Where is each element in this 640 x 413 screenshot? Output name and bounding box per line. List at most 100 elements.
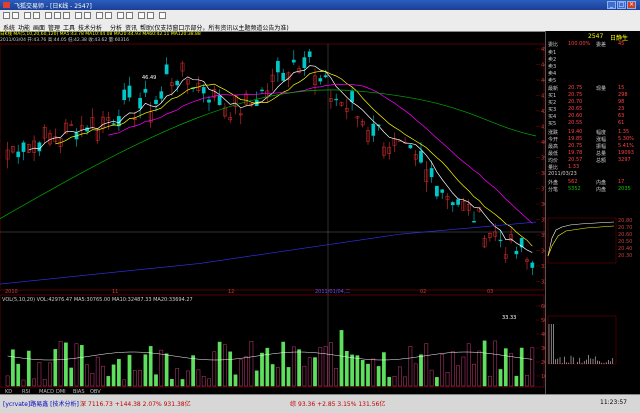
zoom-in-icon[interactable] bbox=[24, 12, 31, 19]
quote-row: 卖2 bbox=[548, 56, 638, 63]
quote-row: 分笔 5352 内盘 2035 bbox=[548, 186, 638, 193]
quote-row: 委比 100.00% 委差 45 bbox=[548, 41, 638, 48]
volume-bar bbox=[392, 375, 397, 387]
quote-value: 19.40 bbox=[568, 129, 583, 135]
volume-bar bbox=[217, 341, 222, 387]
table-icon[interactable] bbox=[63, 12, 70, 19]
minimize-button[interactable]: _ bbox=[607, 1, 616, 9]
quote-value-2: 1.35 bbox=[618, 129, 630, 135]
volume-bar bbox=[238, 359, 243, 387]
quote-label: 分笔 bbox=[548, 187, 559, 193]
quote-label: 买5 bbox=[548, 121, 557, 127]
candle-body bbox=[323, 75, 328, 78]
volume-bar bbox=[323, 346, 328, 387]
volume-bar bbox=[355, 355, 360, 387]
select-icon[interactable] bbox=[147, 12, 154, 19]
quote-row: 买4 20.60 63 bbox=[548, 113, 638, 120]
volume-bar bbox=[445, 371, 450, 387]
back-icon[interactable] bbox=[3, 12, 10, 19]
grid-icon[interactable] bbox=[54, 12, 61, 19]
print-icon[interactable] bbox=[84, 12, 91, 19]
quote-row: 最高 20.75 振幅 5.41% bbox=[548, 143, 638, 150]
volume-chart: VOL(5,10,20) VOL:42976.47 MA5:30765.00 M… bbox=[2, 297, 545, 387]
kline-chart[interactable]: 46.4933.3335.62 45.8544.9544.0543.1542.2… bbox=[0, 31, 545, 394]
quote-value: 19.85 bbox=[568, 136, 583, 142]
volume-bar bbox=[132, 370, 137, 387]
quote-value-2: 45 bbox=[618, 41, 625, 47]
draw-icon[interactable] bbox=[105, 12, 112, 19]
maximize-button[interactable]: □ bbox=[617, 1, 626, 9]
stock-code: 2547 bbox=[588, 33, 604, 40]
quote-row: 2011/03/23 bbox=[548, 171, 638, 178]
window-title: 飞狐交易师 - [日K线 - 2547] bbox=[14, 3, 92, 10]
volume-bar bbox=[260, 352, 264, 387]
volume-bar bbox=[482, 340, 487, 387]
volume-bar bbox=[419, 354, 423, 387]
quote-value: 1.33 bbox=[568, 164, 580, 170]
f10-icon[interactable] bbox=[126, 12, 133, 19]
volume-bar bbox=[16, 363, 21, 387]
candle-body bbox=[498, 239, 503, 242]
volume-bar bbox=[477, 350, 482, 387]
candle-body bbox=[21, 142, 26, 152]
quote-row: 买1 20.75 298 bbox=[548, 92, 638, 99]
volume-bar bbox=[79, 345, 84, 387]
x-axis-label: 2010 bbox=[5, 289, 18, 295]
intraday-mini-chart[interactable]: 20.8020.7020.6020.5020.4020.30 bbox=[546, 216, 640, 396]
quote-label: 买1 bbox=[548, 93, 557, 99]
volume-bar bbox=[48, 362, 52, 387]
help-icon[interactable] bbox=[159, 12, 166, 19]
zoom-out-icon[interactable] bbox=[33, 12, 40, 19]
quote-value-2: 19093 bbox=[618, 150, 634, 156]
quote-value: 562 bbox=[568, 179, 578, 185]
quote-label: 卖5 bbox=[548, 78, 557, 84]
quote-value: 19.78 bbox=[568, 150, 583, 156]
volume-bar bbox=[397, 366, 402, 387]
refresh-icon[interactable] bbox=[75, 12, 82, 19]
candle-body bbox=[201, 87, 206, 94]
close-button[interactable]: × bbox=[627, 1, 636, 9]
mini-price-label: 20.40 bbox=[618, 246, 632, 252]
mini-price-label: 20.60 bbox=[618, 232, 632, 238]
candle-body bbox=[334, 98, 339, 101]
volume-bar bbox=[37, 362, 42, 387]
volume-bar bbox=[148, 346, 153, 387]
indicator-icon[interactable] bbox=[96, 12, 103, 19]
candle-body bbox=[138, 97, 142, 109]
quote-label: 最低 bbox=[548, 151, 559, 157]
volume-bar bbox=[138, 370, 142, 387]
candle-body bbox=[159, 91, 164, 99]
chart-icon[interactable] bbox=[45, 12, 52, 19]
quote-label: 涨跌 bbox=[548, 130, 559, 136]
volume-bar bbox=[514, 375, 519, 387]
volume-bar bbox=[525, 374, 529, 387]
quote-label: 2011/03/23 bbox=[548, 171, 577, 177]
candle-body bbox=[16, 151, 21, 158]
volume-bar bbox=[530, 347, 535, 387]
quote-label: 均价 bbox=[548, 158, 559, 164]
volume-bar bbox=[297, 349, 301, 387]
quote-label-2: 内盘 bbox=[596, 180, 607, 186]
status-bar: [ycrvate]路易鑫 [技术分析] 深 7116.73 +144.38 2.… bbox=[0, 394, 640, 413]
news-icon[interactable] bbox=[117, 12, 124, 19]
candle-body bbox=[440, 189, 445, 193]
status-time: 11:23:57 bbox=[600, 399, 627, 406]
volume-bar bbox=[90, 372, 95, 387]
candle-body bbox=[164, 64, 169, 75]
volume-bar bbox=[21, 379, 26, 387]
quote-label: 最高 bbox=[548, 144, 559, 150]
forward-icon[interactable] bbox=[12, 12, 19, 19]
quote-value-2: 3297 bbox=[618, 157, 631, 163]
alert-icon[interactable] bbox=[138, 12, 145, 19]
index1-name: 深 bbox=[80, 401, 87, 408]
mini-price-line bbox=[547, 221, 615, 257]
volume-bar bbox=[493, 340, 498, 387]
quote-row: 卖1 bbox=[548, 49, 638, 56]
volume-bar bbox=[106, 376, 111, 387]
quote-value-2: 63 bbox=[618, 113, 625, 119]
volume-bar bbox=[291, 346, 296, 387]
volume-bar bbox=[185, 370, 190, 387]
quote-value: 20.55 bbox=[568, 120, 583, 126]
volume-bar bbox=[413, 363, 418, 387]
volume-bar bbox=[249, 341, 254, 387]
